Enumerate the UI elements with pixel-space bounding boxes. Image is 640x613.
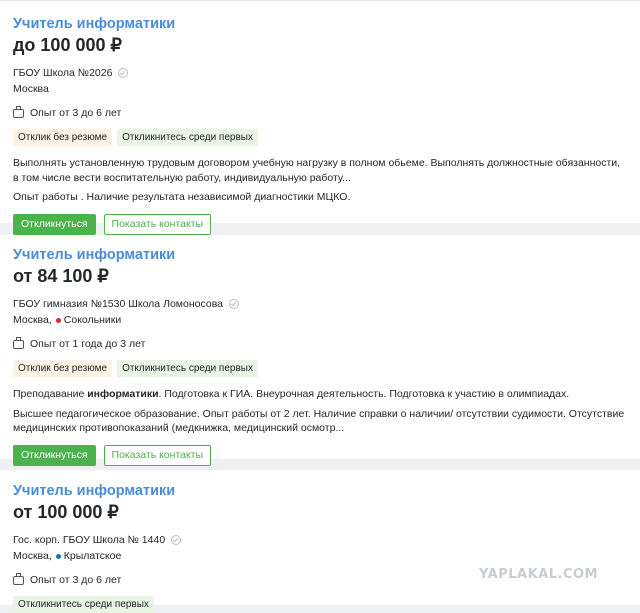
- employer: Гос. корп. ГБОУ Школа № 1440: [13, 533, 627, 547]
- metro-station: Сокольники: [63, 314, 122, 326]
- metro-line-icon: [55, 317, 61, 323]
- employer: ГБОУ гимназия №1530 Школа Ломоносова: [13, 297, 627, 311]
- briefcase-icon: [13, 336, 24, 349]
- location: Москва, Крылатское: [13, 549, 627, 563]
- tag-respond-first: Откликнитесь среди первых: [117, 360, 258, 377]
- employer-name[interactable]: ГБОУ Школа №2026: [13, 66, 112, 80]
- vacancy-responsibilities: Выполнять установленную трудовым договор…: [13, 156, 627, 185]
- vacancy-salary: от 100 000 ₽: [13, 502, 119, 522]
- employer: ГБОУ Школа №2026: [13, 66, 627, 80]
- verified-check-icon: [229, 299, 239, 309]
- tags: Отклик без резюме Откликнитесь среди пер…: [13, 360, 627, 377]
- respond-button[interactable]: Откликнуться: [13, 444, 96, 466]
- show-contacts-button[interactable]: Показать контакты: [103, 213, 212, 235]
- experience: Опыт от 1 года до 3 лет: [13, 336, 627, 351]
- experience: Опыт от 3 до 6 лет: [13, 105, 627, 120]
- responsibilities-text: Выполнять установленную трудовым договор…: [13, 157, 621, 184]
- responsibilities-text: . Подготовка к ГИА. Внеурочная деятельно…: [158, 388, 570, 400]
- vacancy-card: Учитель информатики до 100 000 ₽ ГБОУ Шк…: [0, 0, 640, 235]
- actions: Откликнуться Показать контакты: [13, 213, 627, 235]
- highlight: информатики: [87, 388, 159, 400]
- vacancy-title-link[interactable]: Учитель информатики: [13, 482, 627, 500]
- metro-line-icon: [55, 553, 61, 559]
- vacancy-salary: от 84 100 ₽: [13, 266, 109, 286]
- city: Москва,: [13, 314, 52, 326]
- vacancy-salary: до 100 000 ₽: [13, 35, 122, 55]
- experience-text: Опыт от 3 до 6 лет: [30, 574, 122, 586]
- vacancy-card: Учитель информатики от 84 100 ₽ ГБОУ гим…: [0, 235, 640, 466]
- experience-text: Опыт от 1 года до 3 лет: [30, 338, 146, 350]
- vacancy-requirements: Опыт работы . Наличие результата независ…: [13, 191, 351, 203]
- vacancy-card: Учитель информатики от 100 000 ₽ Гос. ко…: [0, 470, 640, 613]
- verified-check-icon: [171, 535, 182, 545]
- location: Москва: [13, 82, 627, 96]
- briefcase-icon: [13, 572, 24, 585]
- employer-name[interactable]: ГБОУ гимназия №1530 Школа Ломоносова: [13, 297, 223, 311]
- briefcase-icon: [13, 105, 24, 118]
- employer-name[interactable]: Гос. корп. ГБОУ Школа № 1440: [13, 533, 165, 547]
- vacancy-responsibilities: Преподавание информатики. Подготовка к Г…: [13, 387, 627, 402]
- tag-no-resume: Отклик без резюме: [13, 360, 113, 377]
- tag-respond-first: Откликнитесь среди первых: [117, 129, 258, 146]
- responsibilities-text: Преподавание: [13, 388, 88, 400]
- location: Москва, Сокольники: [13, 313, 627, 327]
- verified-check-icon: [118, 68, 129, 78]
- vacancy-requirements: Высшее педагогическое образование. Опыт …: [13, 407, 625, 435]
- vacancy-title-link[interactable]: Учитель информатики: [13, 246, 627, 264]
- actions: Откликнуться Показать контакты: [13, 444, 627, 466]
- watermark: YAPLAKAL.COM: [479, 567, 598, 582]
- experience-text: Опыт от 3 до 6 лет: [30, 107, 122, 119]
- city: Москва,: [13, 550, 52, 562]
- show-contacts-button[interactable]: Показать контакты: [103, 444, 212, 466]
- tags: Отклик без резюме Откликнитесь среди пер…: [13, 129, 627, 146]
- respond-button[interactable]: Откликнуться: [13, 213, 96, 235]
- tag-no-resume: Отклик без резюме: [13, 129, 113, 146]
- vacancy-title-link[interactable]: Учитель информатики: [13, 15, 627, 33]
- city: Москва: [13, 83, 49, 95]
- metro-station: Крылатское: [63, 550, 122, 562]
